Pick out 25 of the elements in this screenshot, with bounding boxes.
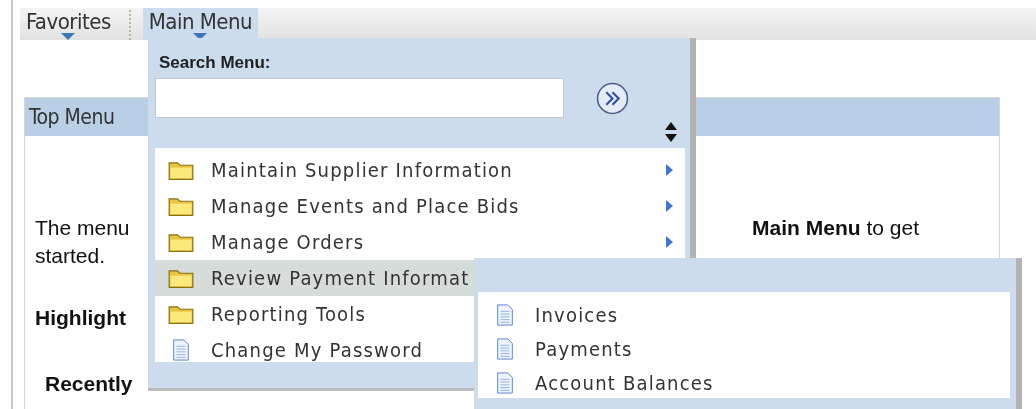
- intro-text: started.: [34, 243, 107, 268]
- menu-item[interactable]: Manage Events and Place Bids: [155, 188, 685, 224]
- dropdown-arrow-icon: [193, 33, 208, 40]
- folder-icon: [168, 267, 194, 289]
- menu-item[interactable]: Maintain Supplier Information: [155, 152, 685, 188]
- recent-text: Recently: [44, 371, 134, 396]
- folder-icon: [168, 195, 194, 217]
- search-label: Search Menu:: [158, 52, 272, 73]
- menu-item[interactable]: Payments: [478, 332, 1010, 366]
- intro-text: The menu: [35, 216, 130, 240]
- folder-icon: [168, 159, 194, 181]
- menu-tab[interactable]: Favorites: [20, 8, 117, 40]
- go-button[interactable]: [596, 81, 629, 115]
- menu-tab[interactable]: Main Menu: [142, 8, 259, 40]
- menu-item[interactable]: Account Balances: [478, 366, 1010, 400]
- menu-item[interactable]: Manage Orders: [155, 224, 685, 260]
- panel-title: Top Menu: [29, 105, 115, 129]
- sort-icon[interactable]: [665, 122, 677, 142]
- menu-item[interactable]: Invoices: [478, 298, 1010, 332]
- intro-text: Main Menu to get: [752, 216, 919, 240]
- folder-icon: [168, 303, 194, 325]
- dropdown-arrow-icon: [61, 33, 76, 40]
- folder-icon: [168, 231, 194, 253]
- search-field[interactable]: [155, 78, 564, 118]
- section-heading: Highlight: [34, 305, 127, 330]
